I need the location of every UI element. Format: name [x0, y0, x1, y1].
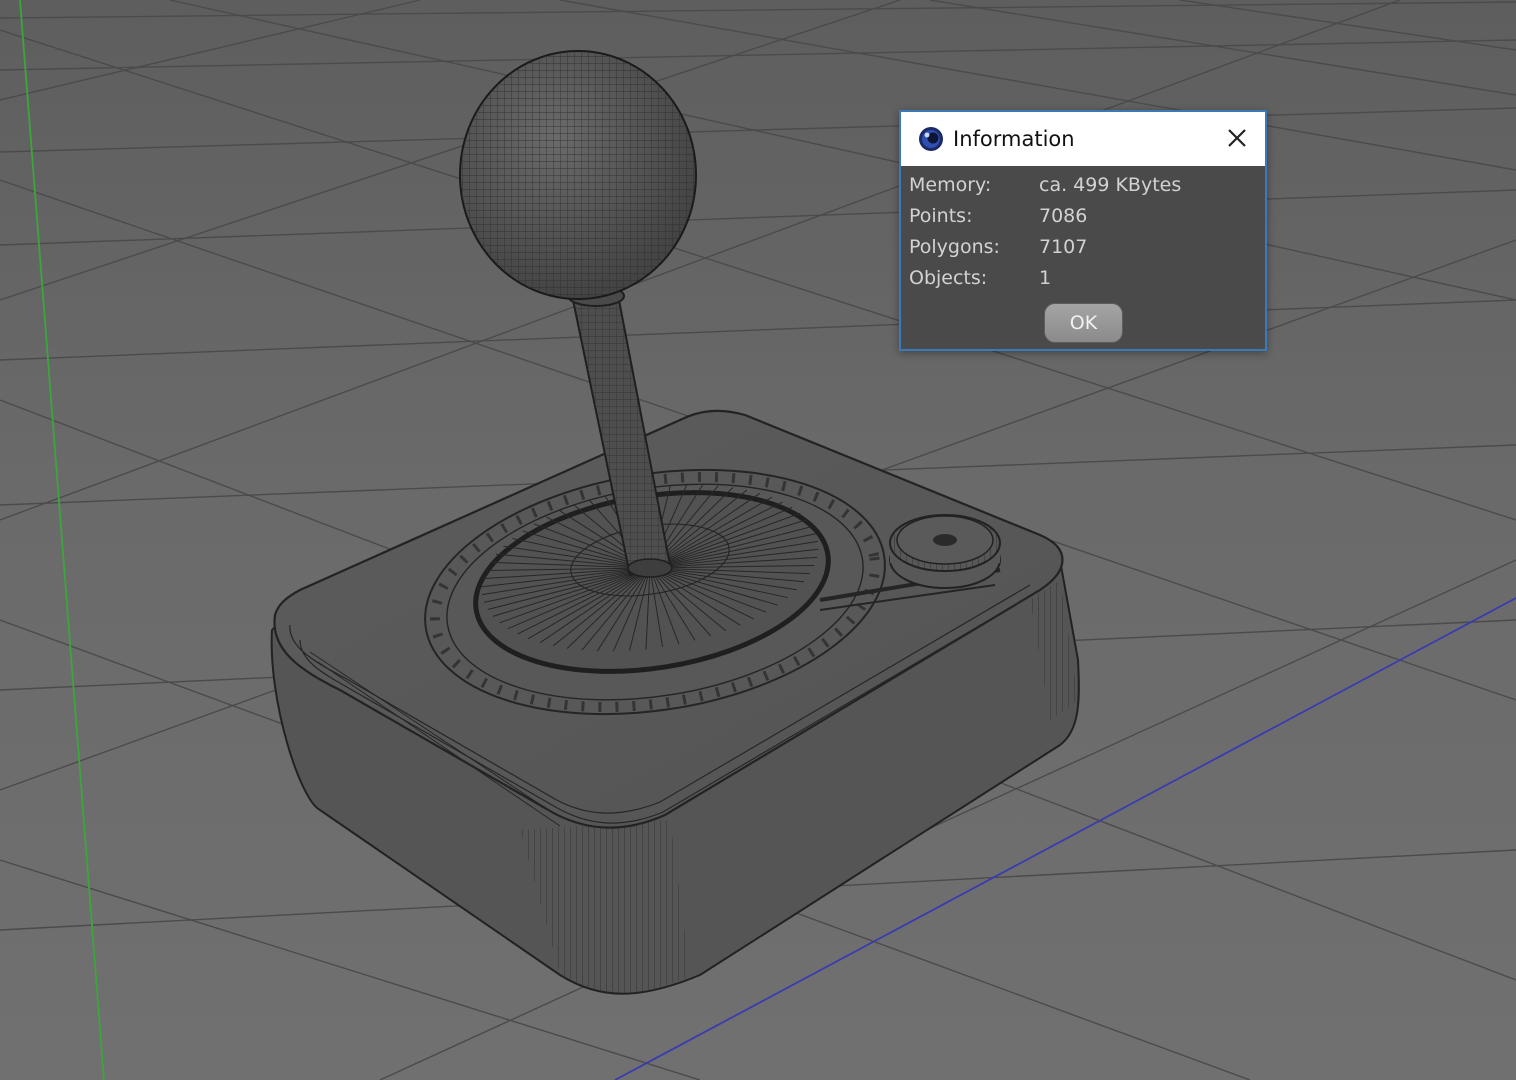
close-icon[interactable] — [1221, 122, 1253, 154]
dialog-body: Memory: ca. 499 KBytes Points: 7086 Poly… — [901, 166, 1265, 349]
polygons-label: Polygons: — [909, 236, 1000, 258]
viewport-scene — [0, 0, 1516, 1080]
y-axis-line — [19, 0, 105, 1080]
points-value: 7086 — [1039, 205, 1088, 227]
cinema4d-app-icon — [919, 127, 943, 151]
objects-value: 1 — [1039, 267, 1052, 289]
information-dialog: Information Memory: ca. 499 KBytes Point… — [899, 110, 1267, 351]
polygons-value: 7107 — [1039, 236, 1088, 258]
memory-label: Memory: — [909, 174, 992, 196]
points-label: Points: — [909, 205, 973, 227]
memory-value: ca. 499 KBytes — [1039, 174, 1182, 196]
objects-label: Objects: — [909, 267, 988, 289]
3d-viewport[interactable]: Information Memory: ca. 499 KBytes Point… — [0, 0, 1516, 1080]
dialog-title: Information — [953, 127, 1075, 151]
dialog-title-bar[interactable]: Information — [901, 112, 1265, 166]
ok-button[interactable]: OK — [1044, 303, 1123, 343]
